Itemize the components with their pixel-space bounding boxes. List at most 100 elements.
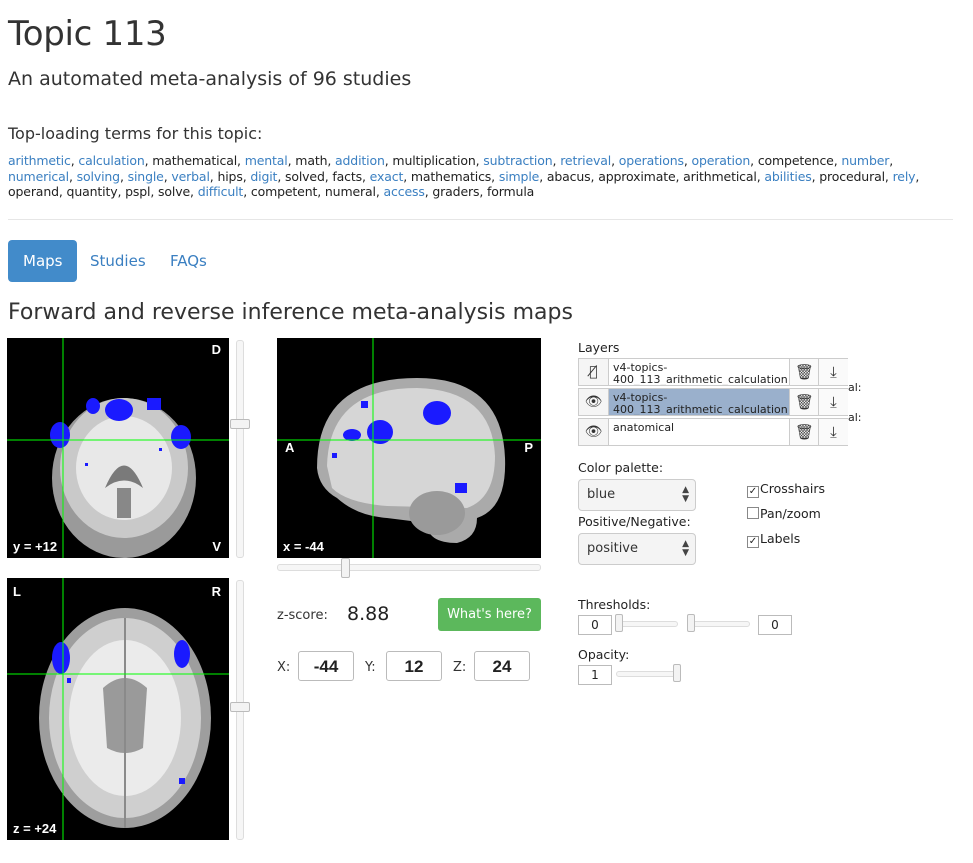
layer-name[interactable]: anatomical bbox=[609, 419, 789, 445]
posneg-value: positive bbox=[587, 541, 638, 556]
coronal-slice-slider-thumb[interactable] bbox=[230, 419, 250, 429]
coronal-brain-image bbox=[7, 338, 229, 558]
term-link[interactable]: numerical bbox=[8, 169, 69, 184]
layer-row[interactable]: 👁 v4-topics-400_113_arithmetic_calculatio… bbox=[578, 388, 848, 416]
crosshairs-check[interactable]: ✓ bbox=[747, 486, 759, 498]
x-coord-label: X: bbox=[277, 660, 291, 675]
tab-faqs[interactable]: FAQs bbox=[155, 240, 222, 282]
sagittal-slice-slider[interactable] bbox=[277, 564, 541, 571]
term-text: pspl bbox=[125, 184, 151, 199]
term-link[interactable]: verbal bbox=[171, 169, 210, 184]
term-text: abacus bbox=[546, 168, 591, 184]
threshold-low-input[interactable]: 0 bbox=[578, 615, 612, 635]
term-link[interactable]: simple bbox=[499, 169, 540, 184]
eye-icon[interactable]: 👁 bbox=[579, 419, 609, 445]
trash-icon[interactable]: 🗑 bbox=[789, 419, 819, 445]
sagittal-slice-slider-thumb[interactable] bbox=[341, 558, 350, 578]
opacity-input[interactable]: 1 bbox=[578, 665, 612, 685]
threshold-high-input[interactable]: 0 bbox=[758, 615, 792, 635]
z-coord-input[interactable]: 24 bbox=[474, 651, 530, 681]
y-coord-label: Y: bbox=[365, 660, 376, 675]
layer-name[interactable]: v4-topics-400_113_arithmetic_calculation bbox=[609, 359, 789, 386]
term-link[interactable]: retrieval bbox=[560, 153, 611, 168]
term-link[interactable]: operation bbox=[691, 153, 750, 168]
panzoom-check[interactable] bbox=[747, 507, 759, 519]
tab-studies[interactable]: Studies bbox=[75, 240, 161, 282]
zscore-value: 8.88 bbox=[347, 603, 390, 625]
thresholds-label: Thresholds: bbox=[578, 597, 651, 612]
threshold-low-thumb[interactable] bbox=[615, 614, 623, 632]
term-text: formula bbox=[487, 184, 535, 199]
layer-row[interactable]: 👁 anatomical 🗑 ⤓ bbox=[578, 418, 848, 446]
coronal-slice-slider[interactable] bbox=[236, 340, 244, 558]
sagittal-view[interactable]: A P x = -44 bbox=[277, 338, 541, 558]
opacity-thumb[interactable] bbox=[673, 664, 681, 682]
term-link[interactable]: solving bbox=[77, 169, 120, 184]
download-icon[interactable]: ⤓ bbox=[818, 389, 848, 415]
sagittal-brain-image bbox=[277, 338, 541, 558]
axial-brain-image bbox=[7, 578, 229, 840]
term-link[interactable]: operations bbox=[619, 153, 684, 168]
term-link[interactable]: subtraction bbox=[483, 153, 552, 168]
term-link[interactable]: digit bbox=[250, 169, 277, 184]
sagittal-left-label: A bbox=[285, 440, 295, 455]
layer-overflow-text-1: al: bbox=[848, 381, 862, 394]
crosshairs-label: Crosshairs bbox=[760, 481, 825, 496]
term-link[interactable]: number bbox=[841, 153, 889, 168]
coronal-coord-label: y = +12 bbox=[13, 539, 58, 554]
term-link[interactable]: difficult bbox=[198, 184, 244, 199]
term-link[interactable]: arithmetic bbox=[8, 153, 71, 168]
whats-here-button[interactable]: What's here? bbox=[438, 598, 541, 631]
threshold-low-slider[interactable] bbox=[616, 621, 678, 627]
terms-heading: Top-loading terms for this topic: bbox=[8, 124, 263, 143]
axial-left-label: L bbox=[13, 584, 21, 599]
term-link[interactable]: calculation bbox=[78, 153, 144, 168]
download-icon[interactable]: ⤓ bbox=[818, 359, 848, 385]
term-link[interactable]: mental bbox=[245, 153, 288, 168]
panzoom-checkbox[interactable]: Pan/zoom bbox=[747, 506, 821, 521]
y-coord-input[interactable]: 12 bbox=[386, 651, 442, 681]
layer-overflow-text-2: al: bbox=[848, 411, 862, 424]
coronal-view[interactable]: D V y = +12 bbox=[7, 338, 229, 558]
term-link[interactable]: exact bbox=[370, 169, 404, 184]
term-text: operand bbox=[8, 184, 59, 199]
axial-view[interactable]: L R z = +24 bbox=[7, 578, 229, 840]
opacity-slider[interactable] bbox=[616, 671, 680, 677]
download-icon[interactable]: ⤓ bbox=[818, 419, 848, 445]
term-text: procedural bbox=[819, 168, 885, 184]
trash-icon[interactable]: 🗑 bbox=[789, 359, 819, 385]
eye-slash-icon[interactable]: 👁̸ bbox=[579, 359, 609, 385]
posneg-select[interactable]: positive ▲ ▼ bbox=[578, 533, 696, 565]
threshold-high-thumb[interactable] bbox=[687, 614, 695, 632]
term-text: quantity bbox=[66, 184, 118, 199]
crosshairs-checkbox[interactable]: ✓ Crosshairs bbox=[747, 481, 825, 498]
eye-icon[interactable]: 👁 bbox=[579, 389, 609, 415]
layer-row[interactable]: 👁̸ v4-topics-400_113_arithmetic_calculati… bbox=[578, 358, 848, 386]
coronal-top-label: D bbox=[211, 342, 221, 357]
tab-maps[interactable]: Maps bbox=[8, 240, 78, 282]
labels-checkbox[interactable]: ✓ Labels bbox=[747, 531, 800, 548]
coronal-bottom-label: V bbox=[212, 539, 221, 554]
term-text: mathematical bbox=[152, 153, 238, 168]
layers-title: Layers bbox=[578, 340, 620, 355]
term-text: competent bbox=[250, 184, 318, 199]
trash-icon[interactable]: 🗑 bbox=[789, 389, 819, 415]
term-link[interactable]: access bbox=[384, 184, 425, 199]
axial-slice-slider-thumb[interactable] bbox=[230, 702, 250, 712]
labels-label: Labels bbox=[760, 531, 801, 546]
term-link[interactable]: addition bbox=[335, 153, 385, 168]
color-palette-select[interactable]: blue ▲ ▼ bbox=[578, 479, 696, 511]
zscore-label: z-score: bbox=[277, 608, 328, 623]
color-palette-label: Color palette: bbox=[578, 460, 664, 475]
page-subtitle: An automated meta-analysis of 96 studies bbox=[8, 68, 412, 90]
axial-coord-label: z = +24 bbox=[13, 821, 57, 836]
x-coord-input[interactable]: -44 bbox=[298, 651, 354, 681]
term-link[interactable]: abilities bbox=[764, 169, 811, 184]
threshold-high-slider[interactable] bbox=[688, 621, 750, 627]
labels-check[interactable]: ✓ bbox=[747, 536, 759, 548]
term-link[interactable]: single bbox=[128, 169, 164, 184]
term-text: mathematics bbox=[410, 168, 492, 184]
term-link[interactable]: rely bbox=[893, 169, 916, 184]
layer-name[interactable]: v4-topics-400_113_arithmetic_calculation bbox=[609, 389, 789, 415]
select-arrows-icon: ▲ ▼ bbox=[682, 539, 689, 558]
